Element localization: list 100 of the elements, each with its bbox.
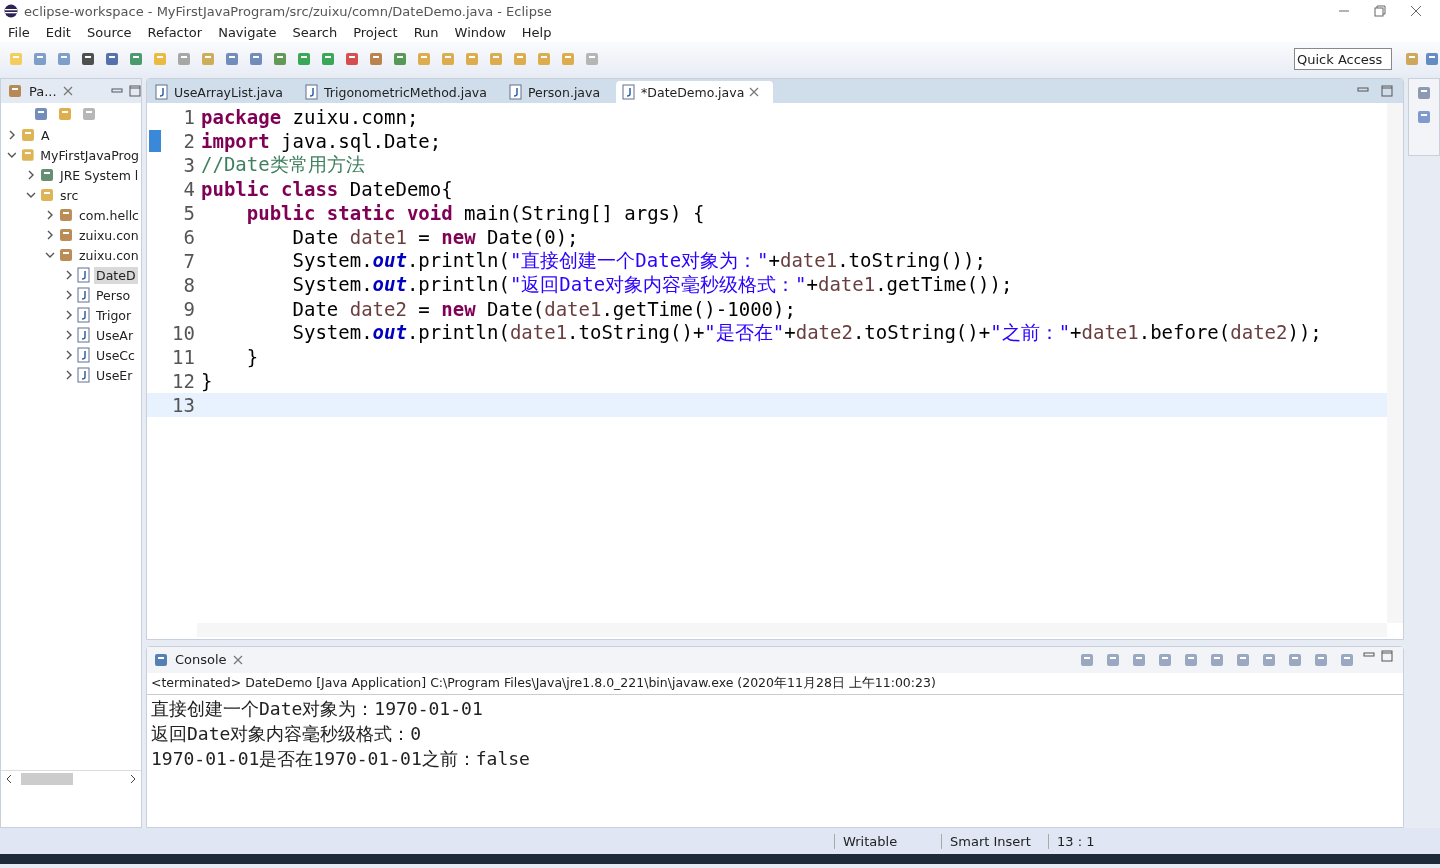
- chevron-right-icon[interactable]: [64, 370, 74, 380]
- java-file-icon: [77, 327, 91, 343]
- code-line: }: [200, 370, 213, 392]
- java-file-icon: [77, 267, 91, 283]
- tree-item[interactable]: zuixu.con: [77, 246, 141, 264]
- tree-item[interactable]: MyFirstJavaProg: [38, 146, 141, 164]
- window-title: eclipse-workspace - MyFirstJavaProgram/src/zuixu/comn/DateDemo.java - Eclipse: [24, 3, 552, 19]
- code-line: public class DateDemo{: [200, 178, 453, 200]
- line-number: 13: [171, 394, 196, 416]
- menu-item[interactable]: Window: [446, 24, 514, 40]
- java-file-icon: [77, 367, 91, 383]
- menu-item[interactable]: Edit: [37, 24, 79, 40]
- close-icon[interactable]: [62, 86, 73, 96]
- console-status: <terminated> DateDemo [Java Application] C:\Program Files\Java\jre1.8.0_221\bin\javaw.exe (2020年11月28日 上午11:00:23): [147, 672, 1404, 695]
- menu-item[interactable]: Help: [513, 24, 560, 40]
- line-number: 3: [182, 154, 196, 176]
- chevron-right-icon[interactable]: [45, 210, 55, 220]
- menu-item[interactable]: Navigate: [210, 24, 285, 40]
- status-field: Writable: [834, 833, 941, 849]
- tree-item[interactable]: UseAr: [94, 326, 136, 344]
- java-file-icon: [155, 84, 169, 100]
- chevron-right-icon[interactable]: [45, 230, 55, 240]
- java-file-icon: [622, 84, 637, 100]
- menu-item[interactable]: File: [0, 24, 38, 40]
- close-icon[interactable]: [232, 654, 243, 665]
- editor-tab[interactable]: TrigonometricMethod.java: [299, 81, 501, 103]
- scroll-right-icon[interactable]: [129, 774, 137, 784]
- menu-item[interactable]: Project: [345, 24, 406, 40]
- code-line: public static void main(String[] args) {: [245, 202, 705, 224]
- line-number: 4: [182, 178, 196, 200]
- line-number: 12: [171, 370, 196, 392]
- chevron-right-icon[interactable]: [64, 330, 74, 340]
- maximize-icon[interactable]: [1381, 649, 1394, 662]
- maximize-icon[interactable]: [129, 85, 141, 97]
- chevron-right-icon[interactable]: [64, 270, 74, 280]
- chevron-right-icon[interactable]: [7, 130, 17, 140]
- code-line: }: [245, 346, 259, 368]
- menu-item[interactable]: Refactor: [139, 24, 211, 40]
- code-line: System.out.println(date1.toString()+"是否在"+date2.toString()+"之前："+date1.before(date2));: [291, 320, 1322, 345]
- line-number: 11: [171, 346, 196, 368]
- code-line: package zuixu.comn;: [200, 106, 419, 128]
- console-output: 1970-01-01是否在1970-01-01之前：false: [151, 746, 531, 771]
- code-line: //Date类常用方法: [200, 152, 365, 177]
- minimize-icon[interactable]: [1363, 649, 1376, 660]
- tree-item[interactable]: Perso: [94, 286, 133, 304]
- code-line: System.out.println("直接创建一个Date对象为："+date1.toString());: [291, 248, 986, 273]
- line-number: 8: [182, 274, 196, 296]
- close-icon[interactable]: [1410, 5, 1422, 17]
- code-line: Date date1 = new Date(0);: [291, 226, 579, 248]
- editor-tab[interactable]: *DateDemo.java: [616, 81, 774, 103]
- tree-item[interactable]: src: [58, 186, 81, 204]
- java-file-icon: [77, 287, 91, 303]
- code-line: System.out.println("返回Date对象内容毫秒级格式："+date1.getTime());: [291, 272, 1013, 297]
- tree-item[interactable]: com.hellc: [76, 206, 141, 224]
- chevron-down-icon[interactable]: [7, 150, 17, 160]
- line-number: 6: [182, 226, 196, 248]
- scroll-left-icon[interactable]: [5, 774, 13, 784]
- tree-item[interactable]: Trigor: [94, 306, 134, 324]
- maximize-icon[interactable]: [1381, 85, 1394, 97]
- line-number: 2: [182, 130, 196, 152]
- editor-tab[interactable]: Person.java: [502, 81, 615, 103]
- minimize-icon[interactable]: [111, 86, 123, 96]
- java-file-icon: [508, 84, 523, 100]
- tree-item[interactable]: UseCc: [94, 346, 137, 364]
- view-title[interactable]: Console: [175, 652, 227, 668]
- line-number: 7: [182, 250, 196, 272]
- tree-item[interactable]: JRE System l: [58, 166, 141, 184]
- status-field: 13 : 1: [1048, 833, 1155, 849]
- editor-tab[interactable]: UseArrayList.java: [149, 81, 298, 103]
- chevron-down-icon[interactable]: [26, 190, 36, 200]
- console-output: 直接创建一个Date对象为：1970-01-01: [151, 696, 484, 721]
- chevron-right-icon[interactable]: [64, 350, 74, 360]
- chevron-down-icon[interactable]: [45, 250, 55, 260]
- java-file-icon: [77, 307, 91, 323]
- line-number: 9: [182, 298, 196, 320]
- close-icon[interactable]: [749, 87, 760, 97]
- view-title[interactable]: Pa...: [29, 83, 57, 99]
- code-line: Date date2 = new Date(date1.getTime()-1000);: [291, 298, 796, 320]
- tree-item[interactable]: UseEr: [94, 366, 135, 384]
- chevron-right-icon[interactable]: [64, 310, 74, 320]
- minimize-icon[interactable]: [1357, 85, 1370, 95]
- menu-item[interactable]: Run: [405, 24, 447, 40]
- tree-item[interactable]: DateD: [94, 266, 138, 284]
- line-number: 10: [171, 322, 196, 344]
- scrollbar-thumb[interactable]: [21, 773, 73, 785]
- tree-item[interactable]: zuixu.con: [77, 226, 141, 244]
- chevron-right-icon[interactable]: [26, 170, 36, 180]
- status-field: Smart Insert: [941, 833, 1048, 849]
- tree-item[interactable]: A: [39, 126, 52, 144]
- eclipse-logo-icon: [4, 4, 18, 18]
- line-number: 1: [182, 106, 196, 128]
- code-line: import java.sql.Date;: [200, 130, 442, 152]
- java-file-icon: [305, 84, 320, 100]
- console-output: 返回Date对象内容毫秒级格式：0: [151, 721, 423, 746]
- menu-item[interactable]: Search: [284, 24, 346, 40]
- line-number: 5: [182, 202, 196, 224]
- menu-item[interactable]: Source: [78, 24, 140, 40]
- chevron-right-icon[interactable]: [64, 290, 74, 300]
- quick-access-field[interactable]: Quick Access: [1294, 48, 1392, 70]
- vertical-scrollbar[interactable]: [1387, 103, 1404, 623]
